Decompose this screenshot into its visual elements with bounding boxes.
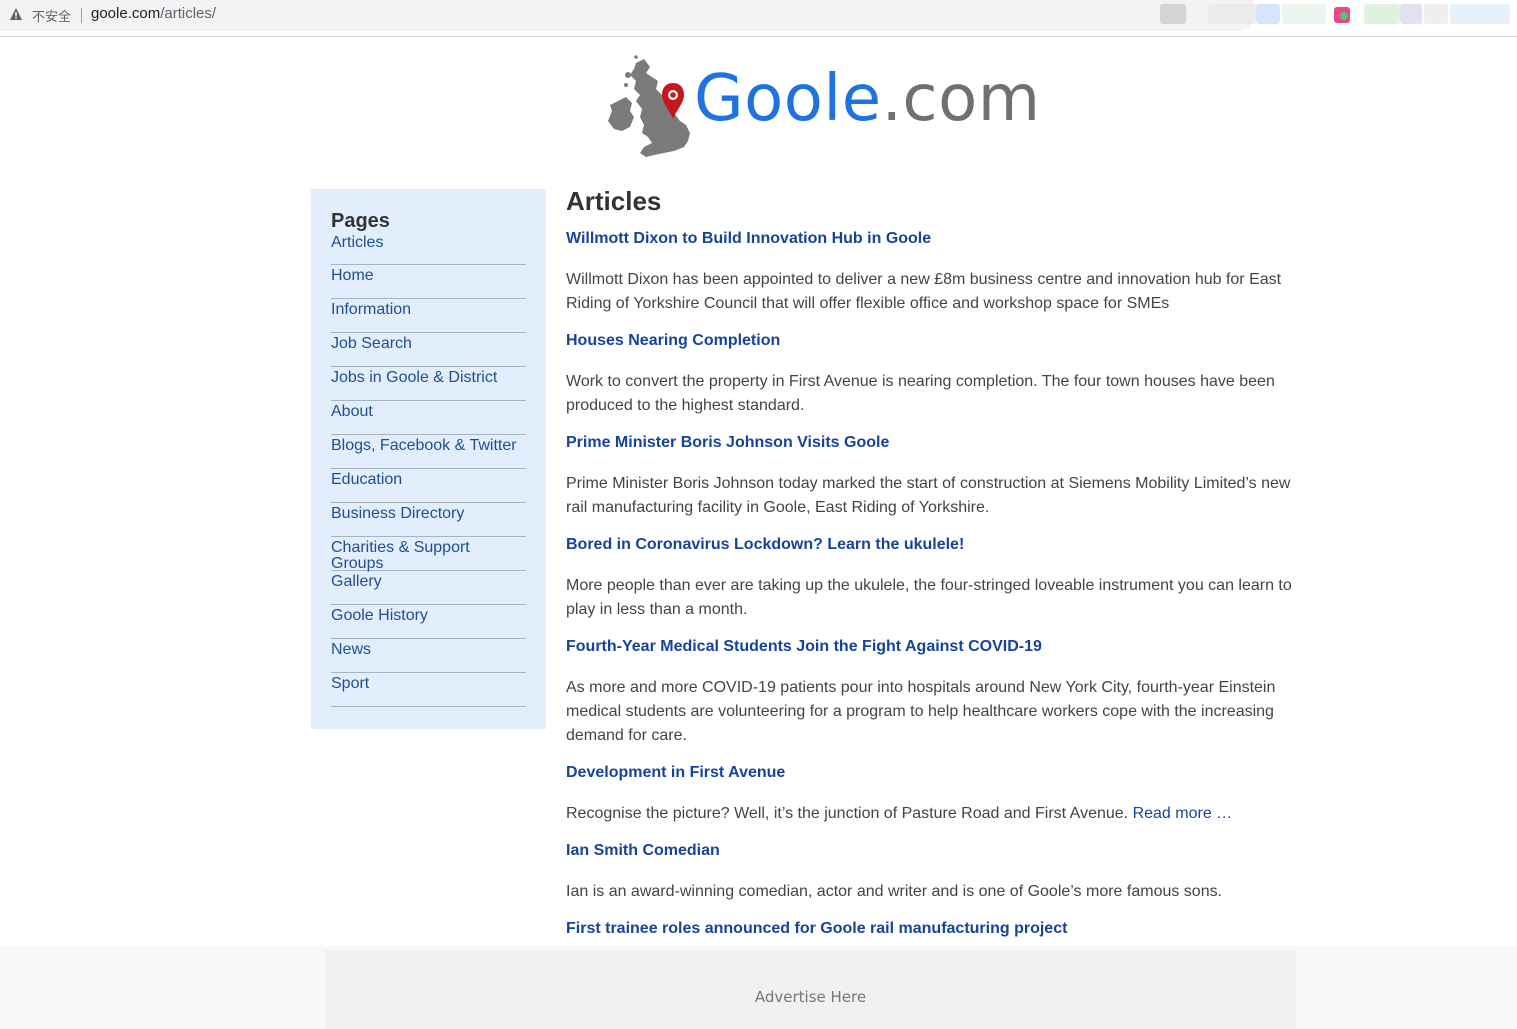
article-title-link[interactable]: Fourth-Year Medical Students Join the Fi… [566,637,1316,657]
sidebar-item-news[interactable]: News [331,639,526,673]
sidebar-item-about[interactable]: About [331,401,526,435]
sidebar-item-home[interactable]: Home [331,265,526,299]
article-title-link[interactable]: Development in First Avenue [566,763,1316,783]
warning-icon[interactable] [9,7,23,21]
site-logo[interactable]: Goole.com [606,55,1040,161]
extension-placeholder [1282,4,1326,24]
article-title-link[interactable]: Ian Smith Comedian [566,841,1316,861]
article-title-link[interactable]: First trainee roles announced for Goole … [566,919,1316,939]
extension-placeholder [1424,4,1448,24]
article-summary: As more and more COVID-19 patients pour … [566,679,1276,744]
extension-placeholder [1160,4,1186,24]
advert-label: Advertise Here [754,988,867,1006]
extension-icon[interactable] [1334,7,1350,23]
advert-box[interactable]: Advertise Here [325,950,1296,1029]
sidebar-item-blogs[interactable]: Blogs, Facebook & Twitter [331,435,526,469]
sidebar-item-job-search[interactable]: Job Search [331,333,526,367]
page-title: Articles [566,186,662,216]
sidebar-title: Pages [331,210,390,232]
security-label[interactable]: 不安全 [32,6,71,25]
url-field[interactable]: goole.com/articles/ [91,5,216,22]
article-summary-with-link: Recognise the picture? Well, it’s the ju… [566,802,1311,826]
article-title-link[interactable]: Bored in Coronavirus Lockdown? Learn the… [566,535,1316,555]
sidebar: Pages Articles Home Information Job Sear… [311,189,546,729]
article-summary: Ian is an award-winning comedian, actor … [566,883,1223,900]
sidebar-item-articles[interactable]: Articles [331,235,526,265]
article-summary: More people than ever are taking up the … [566,577,1292,618]
browser-address-bar: 不安全 goole.com/articles/ [0,0,1517,37]
logo-tld-text: .com [881,62,1041,136]
sidebar-item-sport[interactable]: Sport [331,673,526,707]
extension-placeholder [1256,4,1280,24]
sidebar-item-goole-history[interactable]: Goole History [331,605,526,639]
extension-placeholder [1364,4,1400,24]
sidebar-item-jobs-in-goole[interactable]: Jobs in Goole & District [331,367,526,401]
sidebar-item-information[interactable]: Information [331,299,526,333]
article-title-link[interactable]: Houses Nearing Completion [566,331,1316,351]
sidebar-nav: Articles Home Information Job Search Job… [331,235,526,707]
address-separator [81,8,82,23]
url-path: /articles/ [160,5,217,22]
main-content: Articles Willmott Dixon to Build Innovat… [566,183,1316,958]
read-more-link[interactable]: Read more … [1133,805,1233,822]
sidebar-item-charities[interactable]: Charities & Support Groups [331,537,526,572]
logo-wordmark: Goole.com [694,67,1041,131]
sidebar-item-education[interactable]: Education [331,469,526,503]
extension-placeholder [1400,4,1422,24]
article-summary: Willmott Dixon has been appointed to del… [566,271,1282,312]
extension-placeholder [1208,4,1256,24]
sidebar-item-business-directory[interactable]: Business Directory [331,503,526,537]
article-summary: Work to convert the property in First Av… [566,373,1275,414]
uk-map-pin-icon [608,55,690,157]
sidebar-item-gallery[interactable]: Gallery [331,571,526,605]
article-title-link[interactable]: Willmott Dixon to Build Innovation Hub i… [566,229,1316,249]
article-title-link[interactable]: Prime Minister Boris Johnson Visits Gool… [566,433,1316,453]
logo-main-text: Goole [694,62,882,136]
url-host: goole.com [91,5,161,22]
article-summary-text: Recognise the picture? Well, it’s the ju… [566,805,1129,822]
article-summary: Prime Minister Boris Johnson today marke… [566,475,1291,516]
omnibox[interactable]: 不安全 goole.com/articles/ [0,0,1254,31]
extension-placeholder [1450,4,1510,24]
